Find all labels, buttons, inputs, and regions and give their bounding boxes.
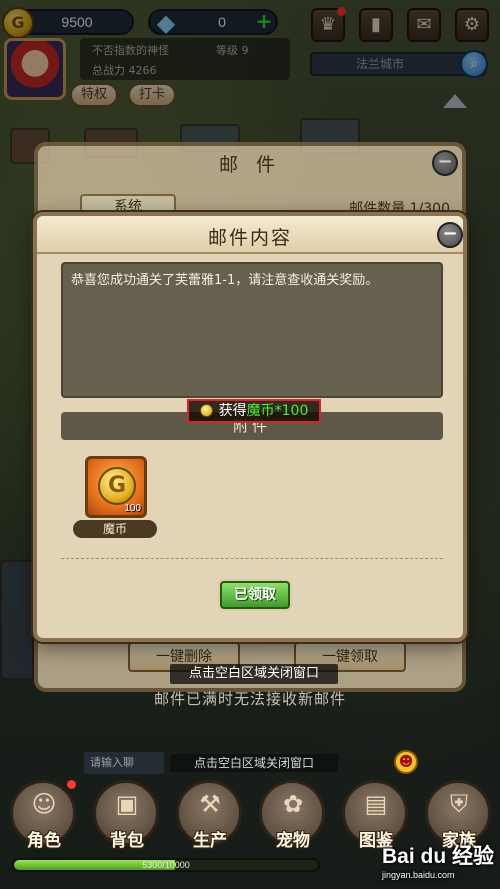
nav-production[interactable]: ⚒ 生产 <box>176 780 244 852</box>
production-glyph: ⚒ <box>199 790 221 818</box>
gain-prefix: 获得 <box>218 403 247 419</box>
minus-icon: − <box>437 151 453 172</box>
nav-label: 角色 <box>27 831 61 851</box>
attachment-item[interactable]: G 100 <box>85 456 147 518</box>
chat-input[interactable]: 请输入聊 <box>84 752 164 774</box>
close-hint-secondary: 点击空白区域关闭窗口 <box>170 754 338 772</box>
nav-label: 生产 <box>193 831 227 851</box>
experience-text: 5300/10000 <box>142 860 190 870</box>
watermark: Bai du 经验 jingyan.baidu.com <box>382 840 498 886</box>
nav-character[interactable]: ☺ 角色 <box>10 780 78 852</box>
gain-item: 魔币*100 <box>246 403 309 419</box>
backpack-glyph: ▣ <box>115 790 139 818</box>
minus-icon: − <box>442 223 458 244</box>
nav-label: 宠物 <box>276 831 310 851</box>
item-name: 魔币 <box>73 520 157 538</box>
dialog-title: 邮件内容 <box>207 227 292 249</box>
mail-close-button[interactable]: − <box>432 150 458 176</box>
dialog-header: 邮件内容 <box>37 216 463 254</box>
divider <box>61 558 443 559</box>
mailbox-full-notice: 邮件已满时无法接收新邮件 <box>153 690 346 708</box>
nav-label: 背包 <box>110 831 144 851</box>
item-quantity: 100 <box>124 503 141 514</box>
watermark-sub: jingyan.baidu.com <box>382 870 455 880</box>
family-glyph: ⛨ <box>450 790 468 818</box>
dialog-close-button[interactable]: − <box>437 222 463 248</box>
watermark-main: Bai du 经验 <box>382 845 495 868</box>
magic-coin-icon: G <box>98 467 136 505</box>
mail-content-dialog: 邮件内容 − 恭喜您成功通关了芙蕾雅1-1，请注意查收通关奖励。 附件 获得魔币… <box>33 212 467 642</box>
gain-notification: 获得魔币*100 <box>187 399 321 423</box>
close-hint: 点击空白区域关闭窗口 <box>170 664 338 684</box>
claimed-button[interactable]: 已领取 <box>220 581 290 609</box>
coin-icon <box>199 404 213 417</box>
notification-dot <box>67 780 76 789</box>
experience-bar: 5300/10000 <box>12 858 320 872</box>
nav-pet[interactable]: ✿ 宠物 <box>259 780 327 852</box>
message-body: 恭喜您成功通关了芙蕾雅1-1，请注意查收通关奖励。 <box>61 262 443 398</box>
nav-backpack[interactable]: ▣ 背包 <box>93 780 161 852</box>
character-glyph: ☺ <box>31 790 57 818</box>
emoji-icon[interactable]: ☻ <box>394 750 418 774</box>
handbook-glyph: ▤ <box>364 790 388 818</box>
pet-glyph: ✿ <box>282 790 304 818</box>
mail-panel-title: 邮 件 <box>218 154 282 176</box>
